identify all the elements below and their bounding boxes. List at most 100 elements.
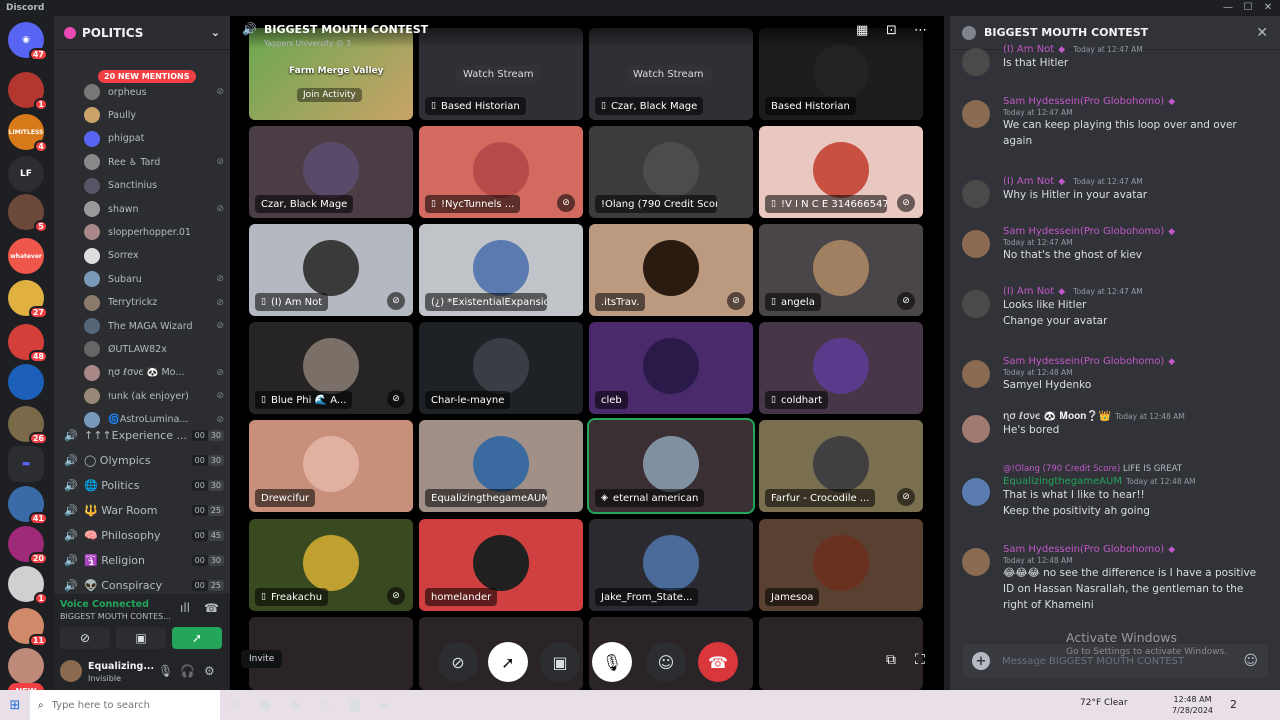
maximize-icon[interactable]: ☐ — [1238, 0, 1258, 16]
message-author[interactable]: EqualizingthegameAUM — [1003, 476, 1122, 487]
avatar[interactable] — [962, 230, 990, 258]
emoji-icon[interactable]: ☺ — [1243, 653, 1258, 669]
screen-share-toggle-button[interactable]: ▣ — [540, 642, 580, 682]
participant-tile[interactable]: cleb — [589, 322, 753, 414]
gear-icon[interactable]: ⚙ — [204, 664, 215, 678]
message-author[interactable]: (I) Am Not — [1003, 286, 1054, 297]
participant-tile[interactable]: !Olang (790 Credit Score) — [589, 126, 753, 218]
file-explorer-icon[interactable]: ▬ — [370, 690, 400, 720]
server-icon[interactable]: 26 — [8, 406, 48, 445]
voice-channel[interactable]: 🔊 🧠 Philosophy 00 45 — [64, 524, 224, 546]
participant-tile[interactable]: (¿) *ExistentialExpansio... — [419, 224, 583, 316]
message-author[interactable]: Sam Hydessein(Pro Globohomo) — [1003, 356, 1164, 367]
voice-member[interactable]: Sorrex — [84, 246, 224, 266]
participant-tile[interactable]: Farfur - Crocodile ... ⊘ — [759, 420, 923, 512]
voice-member[interactable]: phigpat — [84, 129, 224, 149]
server-icon[interactable]: 11 — [8, 608, 48, 647]
fullscreen-icon[interactable]: ⛶ — [915, 652, 925, 668]
participant-tile[interactable]: .itsTrav. ⊘ — [589, 224, 753, 316]
voice-member[interactable]: Sanctinius — [84, 176, 224, 196]
participant-tile[interactable]: Char-le-mayne — [419, 322, 583, 414]
weather-readout[interactable]: 72°F Clear — [1080, 698, 1128, 708]
message-input[interactable] — [1002, 655, 1244, 667]
server-icon[interactable]: 27 — [8, 280, 48, 319]
voice-channel[interactable]: 🔊 ↑↑↑Experience ... 00 30 — [64, 424, 224, 446]
voice-channel[interactable]: 🔊 🌐 Politics 00 30 — [64, 474, 224, 496]
participant-tile[interactable]: Drewcifur — [249, 420, 413, 512]
voice-channel[interactable]: 🔊 ◯ Olympics 00 30 — [64, 449, 224, 471]
voice-member[interactable]: 𝔣unk (ak enjoyer) ⊘ — [84, 386, 224, 406]
task-view-icon[interactable]: ⧉ — [220, 690, 250, 720]
activity-button[interactable]: ➚ — [172, 627, 222, 649]
more-options-icon[interactable]: ⋯ — [914, 23, 927, 38]
participant-tile[interactable]: ▯ angela ⊘ — [759, 224, 923, 316]
participant-tile[interactable]: Jamesoa — [759, 519, 923, 611]
participant-tile[interactable]: EqualizingthegameAUM — [419, 420, 583, 512]
server-icon[interactable]: LF — [8, 156, 44, 192]
grid-layout-icon[interactable]: ▦ — [856, 23, 868, 38]
avatar[interactable] — [962, 290, 990, 318]
avatar[interactable] — [962, 360, 990, 388]
message-author[interactable]: ɳσ ℓσνє 🐼 𝐌𝐨𝐨𝐧❔👑 — [1003, 411, 1111, 422]
voice-channel[interactable]: 🔊 🛐 Religion 00 30 — [64, 549, 224, 571]
participant-tile[interactable]: ▯ coldhart — [759, 322, 923, 414]
soundboard-button[interactable]: ☺ — [646, 642, 686, 682]
server-icon[interactable]: ▬ — [8, 446, 44, 482]
avatar[interactable] — [60, 660, 82, 682]
server-icon[interactable]: 5 — [8, 194, 48, 233]
voice-member[interactable]: The MAGA Wizard ⊘ — [84, 316, 224, 336]
voice-member[interactable]: Ree ♿ Tard ⊘ — [84, 152, 224, 172]
watch-stream-button[interactable]: Watch Stream — [625, 66, 712, 83]
camera-toggle-button[interactable]: ⊘ — [438, 642, 478, 682]
screen-share-button[interactable]: ▣ — [116, 627, 166, 649]
voice-member[interactable]: Terrytrickz ⊘ — [84, 293, 224, 313]
user-name[interactable]: Equalizing... — [88, 661, 154, 672]
popout-icon[interactable]: ⧉ — [886, 652, 896, 668]
activity-launch-button[interactable]: ➚ — [488, 642, 528, 682]
avatar[interactable] — [962, 548, 990, 576]
participant-tile[interactable]: ◈ eternal american — [587, 418, 755, 514]
close-icon[interactable]: ✕ — [1256, 25, 1268, 41]
avatar[interactable] — [962, 100, 990, 128]
camera-off-button[interactable]: ⊘ — [60, 627, 110, 649]
voice-status[interactable]: Voice Connected — [60, 599, 149, 610]
microphone-toggle-button[interactable]: 🎙 — [592, 642, 632, 682]
server-icon[interactable]: ◉ 47 — [8, 22, 48, 61]
roblox-app-icon[interactable]: ◆ — [280, 690, 310, 720]
participant-tile[interactable]: ▯ (I) Am Not ⊘ — [249, 224, 413, 316]
signal-icon[interactable]: ıll — [180, 601, 190, 615]
participant-tile[interactable]: ▯ Freakachu ⊘ — [249, 519, 413, 611]
avatar[interactable] — [962, 478, 990, 506]
message-author[interactable]: Sam Hydessein(Pro Globohomo) — [1003, 96, 1164, 107]
disconnect-call-button[interactable]: ☎ — [698, 642, 738, 682]
popout-icon[interactable]: ⊡ — [886, 23, 897, 38]
server-icon[interactable] — [8, 648, 44, 684]
message-author[interactable]: Sam Hydessein(Pro Globohomo) — [1003, 226, 1164, 237]
participant-tile[interactable] — [759, 617, 923, 690]
voice-channel-name[interactable]: BIGGEST MOUTH CONTES... — [60, 612, 171, 621]
microphone-icon[interactable]: 🎙 — [158, 664, 173, 678]
voice-member[interactable]: orpheus ⊘ — [84, 82, 224, 102]
voice-member[interactable]: ɳσ ℓσνє 🐼 Mo... ⊘ — [84, 363, 224, 383]
server-icon[interactable]: whatever — [8, 238, 44, 274]
avatar[interactable] — [962, 48, 990, 76]
message-author[interactable]: Sam Hydessein(Pro Globohomo) — [1003, 544, 1164, 555]
headphones-icon[interactable]: 🎧 — [180, 664, 195, 678]
join-activity-button[interactable]: Join Activity — [297, 88, 362, 102]
server-icon[interactable]: 48 — [8, 324, 48, 363]
minimize-icon[interactable]: — — [1218, 0, 1238, 16]
guild-header[interactable]: POLITICS ⌄ — [54, 16, 230, 50]
server-icon[interactable]: 1 — [8, 72, 48, 111]
message-author[interactable]: (I) Am Not — [1003, 176, 1054, 187]
participant-tile[interactable]: Czar, Black Mage — [249, 126, 413, 218]
server-icon[interactable] — [8, 364, 44, 400]
voice-member[interactable]: ØUTLAW82x — [84, 339, 224, 359]
server-icon[interactable]: LIMITLESS 4 — [8, 114, 48, 153]
plus-icon[interactable]: + — [972, 652, 990, 670]
message-author[interactable]: (I) Am Not — [1003, 44, 1054, 55]
participant-tile[interactable]: ▯ !V I N C E 3146665477 ⊘ — [759, 126, 923, 218]
close-window-icon[interactable]: ✕ — [1258, 0, 1278, 16]
voice-channel[interactable]: 🔊 🔱 War Room 00 25 — [64, 499, 224, 521]
notification-count[interactable]: 2 — [1230, 698, 1237, 711]
disconnect-icon[interactable]: ☎ — [204, 601, 219, 615]
